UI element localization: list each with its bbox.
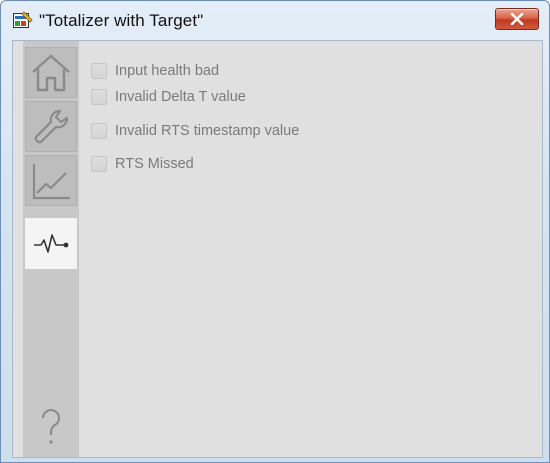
- rts-missed-checkbox[interactable]: [91, 156, 107, 172]
- alarm-row: RTS Missed: [91, 154, 194, 174]
- home-icon: [30, 52, 72, 94]
- diagnostics-panel: Input health bad Invalid Delta T value I…: [91, 41, 541, 457]
- nav-trends-button[interactable]: [25, 155, 77, 206]
- alarm-row: Input health bad: [91, 61, 219, 81]
- nav-maintenance-button[interactable]: [25, 101, 77, 152]
- alarm-label: Input health bad: [115, 63, 220, 79]
- input-health-bad-checkbox[interactable]: [91, 63, 107, 79]
- invalid-rts-timestamp-checkbox[interactable]: [91, 123, 107, 139]
- close-button[interactable]: [495, 8, 539, 30]
- faceplate-body: Input health bad Invalid Delta T value I…: [12, 40, 543, 458]
- title-bar[interactable]: "Totalizer with Target": [1, 1, 549, 35]
- nav-home-button[interactable]: [25, 47, 77, 98]
- faceplate-app-icon: [13, 11, 33, 29]
- window-title: "Totalizer with Target": [39, 11, 204, 30]
- invalid-delta-t-checkbox[interactable]: [91, 89, 107, 105]
- faceplate-window: "Totalizer with Target" Input health bad…: [0, 0, 550, 463]
- alarm-label: RTS Missed: [115, 156, 194, 172]
- help-button[interactable]: [25, 375, 77, 455]
- alarm-label: Invalid Delta T value: [115, 89, 246, 105]
- alarm-label: Invalid RTS timestamp value: [115, 123, 300, 139]
- trend-icon: [30, 160, 72, 202]
- close-icon: [510, 13, 524, 25]
- pulse-icon: [32, 232, 70, 256]
- navigation-bar: [23, 41, 79, 457]
- alarm-row: Invalid RTS timestamp value: [91, 121, 299, 141]
- wrench-icon: [30, 106, 72, 148]
- alarm-row: Invalid Delta T value: [91, 87, 246, 107]
- help-icon: [36, 406, 66, 451]
- nav-diagnostics-button[interactable]: [25, 218, 77, 269]
